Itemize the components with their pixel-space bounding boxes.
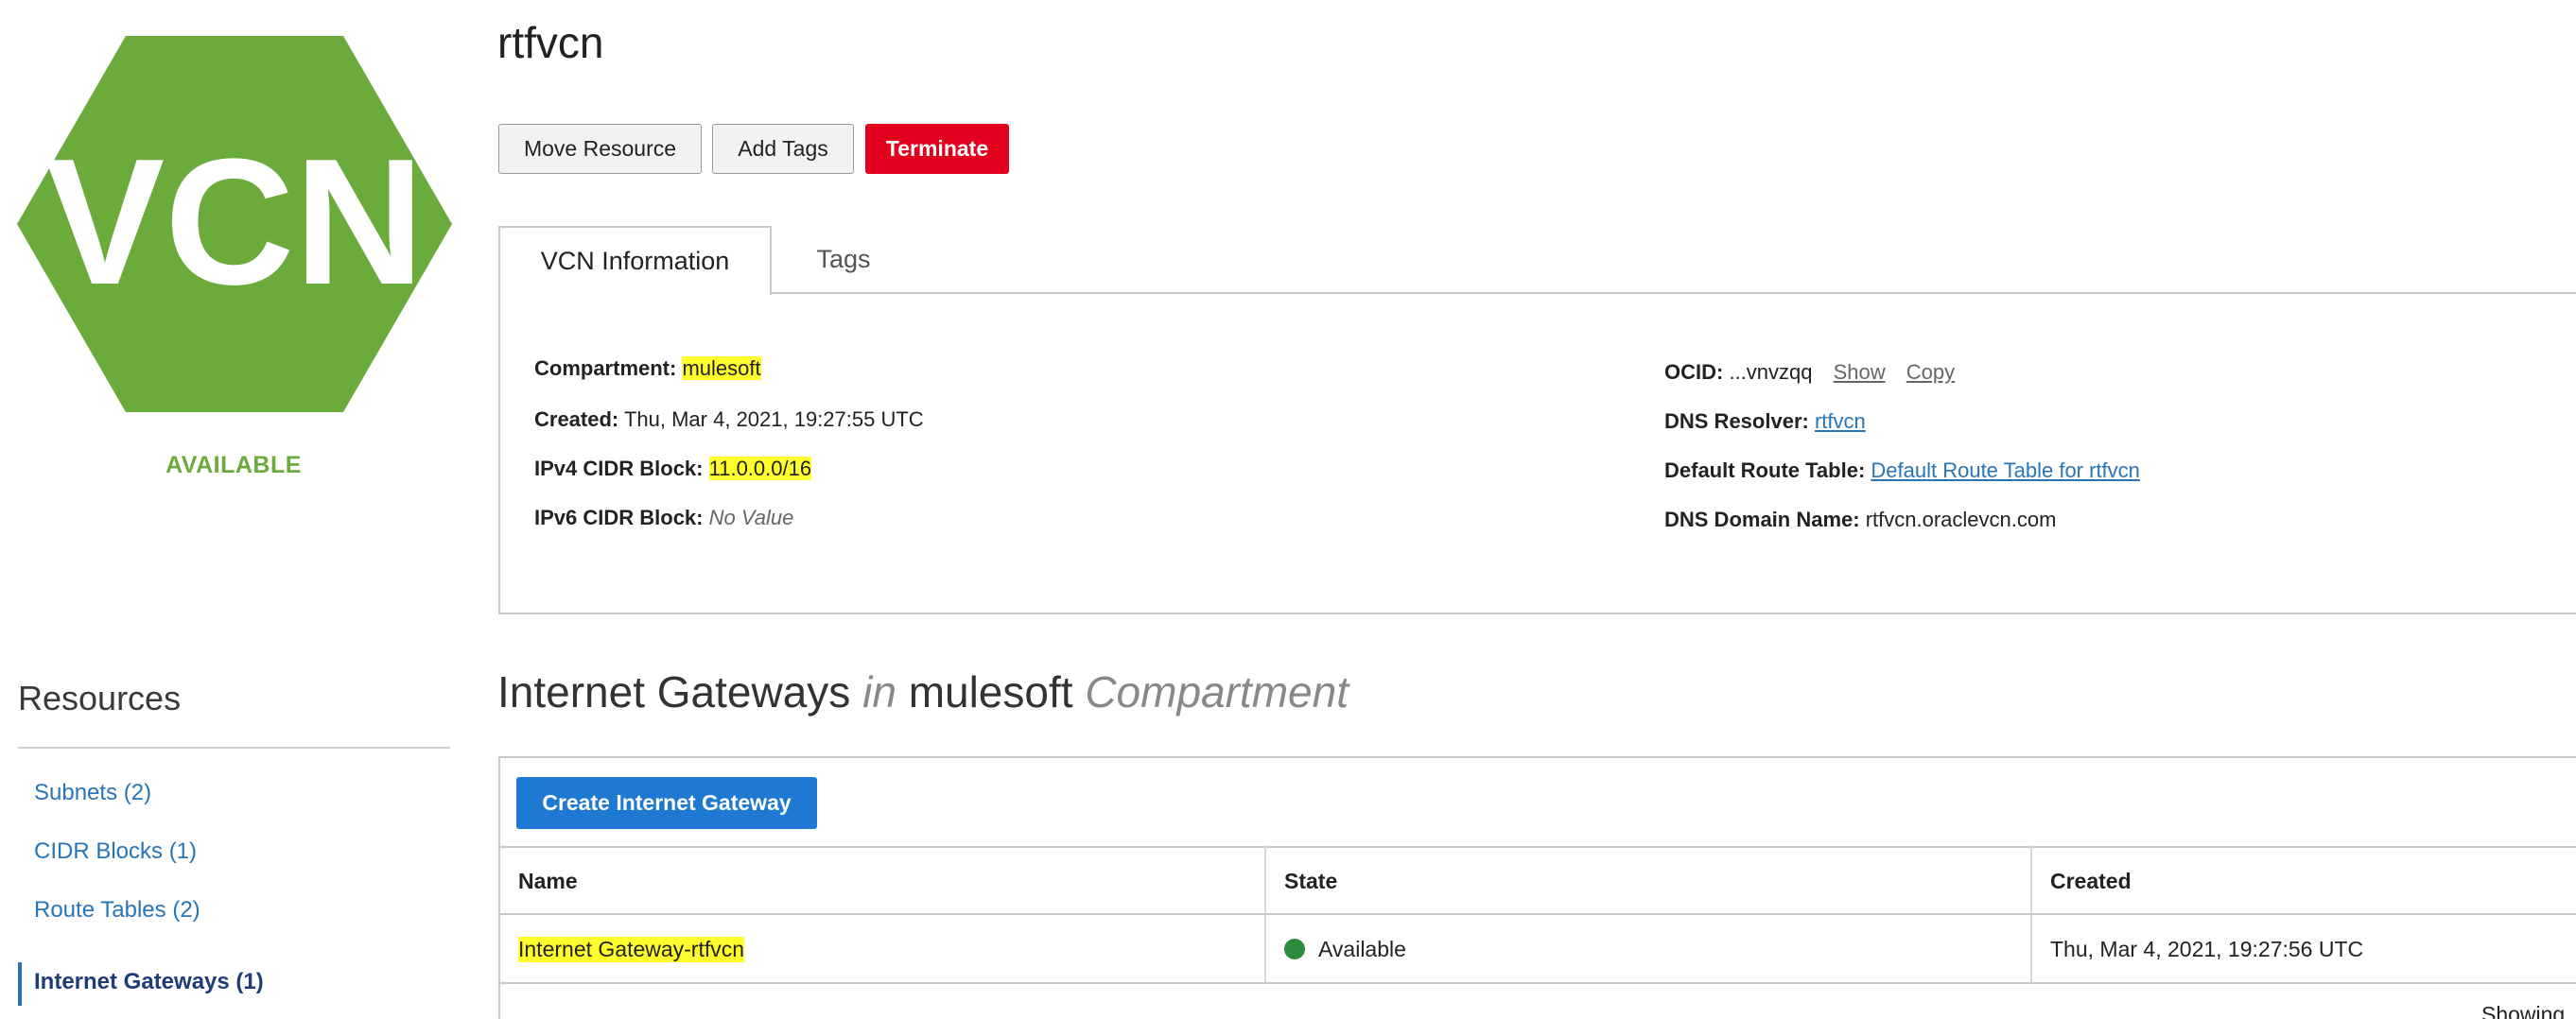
column-header-state[interactable]: State [1266,846,2030,914]
section-title-compartment-word: Compartment [1085,667,1349,717]
compartment-value: mulesoft [682,356,761,380]
ipv6-label: IPv6 CIDR Block: [534,506,704,529]
ocid-value: ...vnvzqq [1729,360,1813,384]
ocid-copy-link[interactable]: Copy [1906,360,1955,384]
vcn-information-panel [498,292,2576,614]
resource-link-subnets[interactable]: Subnets (2) [34,780,151,806]
section-title-resource: Internet Gateways [497,667,851,717]
ipv4-row: IPv4 CIDR Block: 11.0.0.0/16 [534,457,812,481]
dns-domain-row: DNS Domain Name: rtfvcn.oraclevcn.com [1664,508,2056,532]
ipv4-value: 11.0.0.0/16 [708,457,812,480]
column-header-created[interactable]: Created [2032,846,2576,914]
terminate-button[interactable]: Terminate [865,124,1009,174]
resource-link-internet-gateways[interactable]: Internet Gateways (1) [34,969,264,995]
vcn-hexagon-icon: VCN [17,36,452,412]
row-divider [498,982,2576,984]
ocid-show-link[interactable]: Show [1834,360,1886,384]
move-resource-button[interactable]: Move Resource [498,124,702,174]
section-title: Internet Gateways in mulesoft Compartmen… [497,666,1349,717]
tab-vcn-information[interactable]: VCN Information [498,226,772,295]
add-tags-button[interactable]: Add Tags [712,124,854,174]
resource-link-route-tables[interactable]: Route Tables (2) [34,897,200,924]
dns-domain-label: DNS Domain Name: [1664,508,1860,531]
dns-resolver-link[interactable]: rtfvcn [1815,409,1866,433]
created-row: Created: Thu, Mar 4, 2021, 19:27:55 UTC [534,407,924,432]
dns-resolver-row: DNS Resolver: rtfvcn [1664,409,1866,434]
compartment-row: Compartment: mulesoft [534,356,761,381]
ocid-row: OCID: ...vnvzqq Show Copy [1664,360,1955,385]
gateway-name-link[interactable]: Internet Gateway-rtfvcn [518,936,745,962]
route-table-label: Default Route Table: [1664,458,1866,482]
compartment-label: Compartment: [534,356,677,380]
table-row-state-cell: Available [1266,915,2030,983]
gateway-state: Available [1318,936,1406,961]
create-internet-gateway-button[interactable]: Create Internet Gateway [516,777,817,829]
gateway-created: Thu, Mar 4, 2021, 19:27:56 UTC [2050,936,2364,961]
ipv6-row: IPv6 CIDR Block: No Value [534,506,793,530]
tab-tags[interactable]: Tags [777,226,910,292]
resources-heading: Resources [18,679,182,717]
lifecycle-status: AVAILABLE [165,452,302,478]
ocid-label: OCID: [1664,360,1724,384]
created-value: Thu, Mar 4, 2021, 19:27:55 UTC [623,407,924,431]
created-label: Created: [534,407,619,431]
section-title-compartment-name: mulesoft [908,667,1073,717]
ipv4-label: IPv4 CIDR Block: [534,457,704,480]
resource-link-cidr-blocks[interactable]: CIDR Blocks (1) [34,838,197,865]
resources-divider [18,747,450,749]
route-table-row: Default Route Table: Default Route Table… [1664,458,2140,483]
ipv6-value: No Value [708,506,794,529]
section-title-in: in [862,667,896,717]
route-table-link[interactable]: Default Route Table for rtfvcn [1871,458,2140,482]
available-status-icon [1284,939,1305,959]
dns-resolver-label: DNS Resolver: [1664,409,1809,433]
active-resource-indicator [18,962,22,1006]
column-header-name[interactable]: Name [500,846,1264,914]
table-row-name-cell: Internet Gateway-rtfvcn [500,915,1264,983]
page-title: rtfvcn [497,18,604,67]
dns-domain-value: rtfvcn.oraclevcn.com [1865,508,2057,531]
table-row-created-cell: Thu, Mar 4, 2021, 19:27:56 UTC [2032,915,2576,983]
vcn-icon-text: VCN [44,122,424,322]
pagination-summary: Showing [2481,1002,2566,1019]
